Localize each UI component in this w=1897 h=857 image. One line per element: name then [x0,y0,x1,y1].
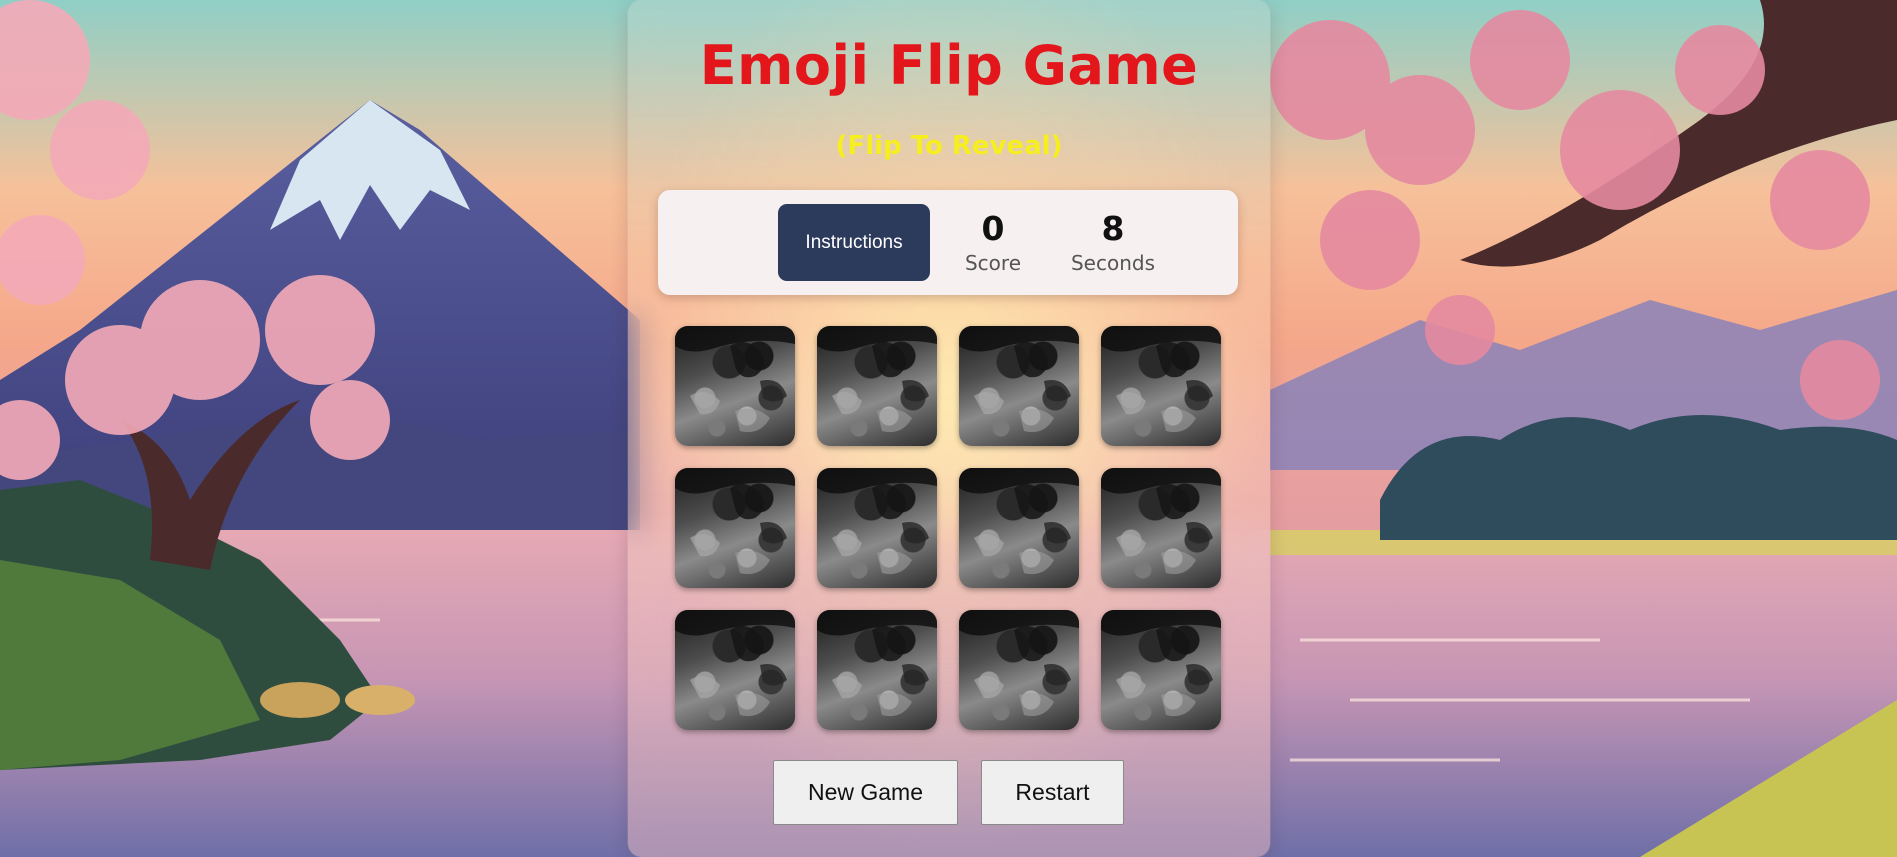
card-face-down[interactable] [1101,468,1221,588]
score-display: 0 Score [948,210,1038,278]
card-face-down[interactable] [675,468,795,588]
card-back-pattern [1101,468,1221,575]
card-back-pattern [817,326,937,433]
card-back-pattern [675,468,795,575]
card-back-pattern [817,468,937,575]
card-back-pattern [959,468,1079,575]
card-back-pattern [817,610,937,717]
card-face-down[interactable] [959,610,1079,730]
card-face-down[interactable] [959,468,1079,588]
card-face-down[interactable] [675,326,795,446]
game-panel: Emoji Flip Game (Flip To Reveal) Instruc… [628,0,1270,857]
status-bar: Instructions 0 Score 8 Seconds [658,190,1238,295]
card-face-down[interactable] [959,326,1079,446]
timer-label: Seconds [1070,251,1156,275]
new-game-button[interactable]: New Game [773,760,958,825]
card-back-pattern [959,610,1079,717]
game-subtitle: (Flip To Reveal) [835,131,1063,161]
timer-display: 8 Seconds [1053,210,1173,278]
score-label: Score [964,251,1021,275]
card-face-down[interactable] [1101,610,1221,730]
card-face-down[interactable] [817,610,937,730]
card-back-pattern [959,326,1079,433]
card-grid [675,326,1223,730]
card-face-down[interactable] [675,610,795,730]
score-value: 0 [981,209,1005,248]
card-back-pattern [675,610,795,717]
game-title: Emoji Flip Game [699,34,1199,97]
card-back-pattern [1101,610,1221,717]
instructions-button[interactable]: Instructions [778,204,930,281]
card-face-down[interactable] [817,468,937,588]
card-back-pattern [675,326,795,433]
card-face-down[interactable] [817,326,937,446]
timer-value: 8 [1101,209,1125,248]
card-back-pattern [1101,326,1221,433]
restart-button[interactable]: Restart [981,760,1124,825]
card-face-down[interactable] [1101,326,1221,446]
